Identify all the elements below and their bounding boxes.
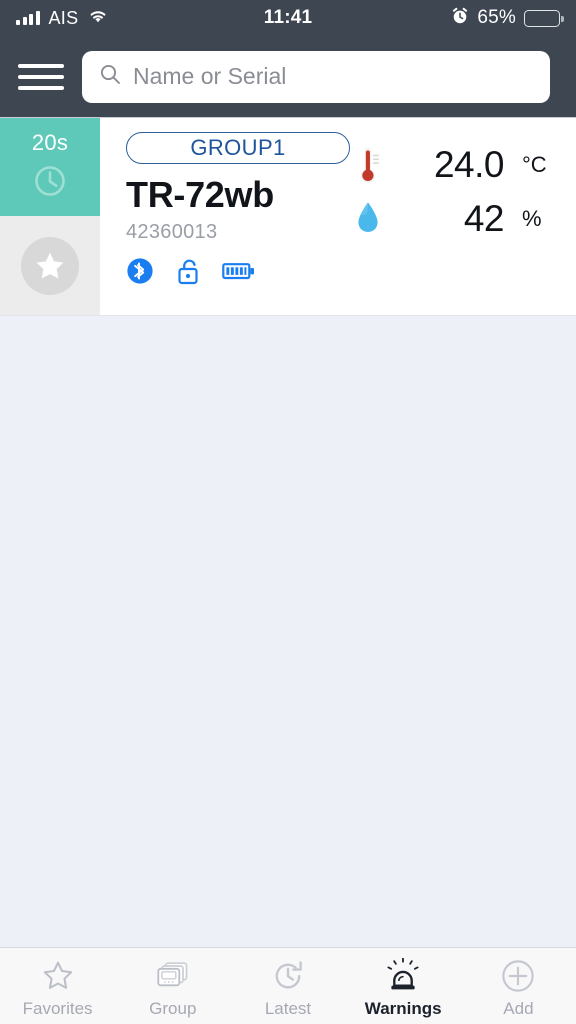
signal-bars-icon	[16, 11, 40, 25]
star-outline-icon	[40, 958, 76, 994]
water-drop-icon	[350, 199, 386, 239]
status-bar-center: 11:41	[264, 7, 313, 29]
battery-icon	[524, 9, 564, 27]
status-bar-right: 65%	[312, 7, 564, 30]
device-name: TR-72wb	[126, 174, 274, 215]
wifi-icon	[87, 8, 109, 29]
app-header	[0, 36, 576, 118]
clock-time: 11:41	[263, 7, 313, 28]
alarm-clock-icon	[451, 7, 469, 30]
unlock-icon	[174, 256, 202, 291]
device-info: GROUP1 TR-72wb 42360013	[126, 132, 350, 305]
bottom-tab-bar: Favorites Group Latest Warnings Add	[0, 947, 576, 1024]
tab-label-add: Add	[503, 998, 534, 1018]
hamburger-menu-icon[interactable]	[18, 60, 64, 94]
tab-warnings[interactable]: Warnings	[346, 948, 461, 1024]
tab-add[interactable]: Add	[461, 948, 576, 1024]
battery-full-icon	[222, 260, 256, 287]
search-bar[interactable]	[82, 50, 550, 103]
tab-label-favorites: Favorites	[22, 998, 93, 1018]
bluetooth-icon	[126, 257, 154, 290]
device-serial: 42360013	[126, 221, 218, 243]
status-bar: AIS 11:41 65%	[0, 0, 576, 36]
tab-group[interactable]: Group	[115, 948, 230, 1024]
humidity-unit: %	[522, 206, 542, 231]
device-status-icons	[126, 256, 350, 291]
humidity-reading: 42 %	[350, 198, 560, 240]
tab-label-warnings: Warnings	[364, 998, 442, 1018]
group-label: GROUP1	[190, 135, 286, 160]
search-icon	[98, 62, 122, 91]
tab-label-group: Group	[149, 998, 197, 1018]
tab-label-latest: Latest	[264, 998, 312, 1018]
device-card-left: 20s	[0, 118, 100, 315]
device-card-main: GROUP1 TR-72wb 42360013 24.0 °C 42 %	[100, 118, 576, 315]
tab-latest[interactable]: Latest	[230, 948, 345, 1024]
interval-label: 20s	[31, 129, 69, 155]
favorite-toggle[interactable]	[0, 216, 100, 315]
refresh-clock-icon	[270, 958, 306, 994]
tab-favorites[interactable]: Favorites	[0, 948, 115, 1024]
interval-badge: 20s	[0, 118, 100, 216]
carrier-label: AIS	[48, 7, 79, 28]
plus-circle-icon	[500, 958, 536, 994]
clock-icon	[31, 162, 69, 205]
device-list-empty-area	[0, 318, 576, 947]
temperature-reading: 24.0 °C	[350, 144, 560, 186]
siren-icon	[384, 957, 422, 994]
humidity-value: 42	[463, 198, 505, 239]
device-readings: 24.0 °C 42 %	[350, 132, 560, 305]
search-input[interactable]	[133, 63, 534, 90]
device-card[interactable]: 20s GROUP1 TR-72wb 42360013 24.0 °C 42 %	[0, 118, 576, 316]
status-bar-left: AIS	[16, 8, 264, 29]
temperature-unit: °C	[522, 152, 547, 177]
group-badge[interactable]: GROUP1	[126, 132, 350, 164]
thermometer-icon	[350, 144, 386, 186]
star-icon	[21, 236, 79, 295]
battery-percent-label: 65%	[477, 7, 517, 28]
device-stack-icon	[155, 958, 191, 994]
temperature-value: 24.0	[433, 144, 505, 185]
